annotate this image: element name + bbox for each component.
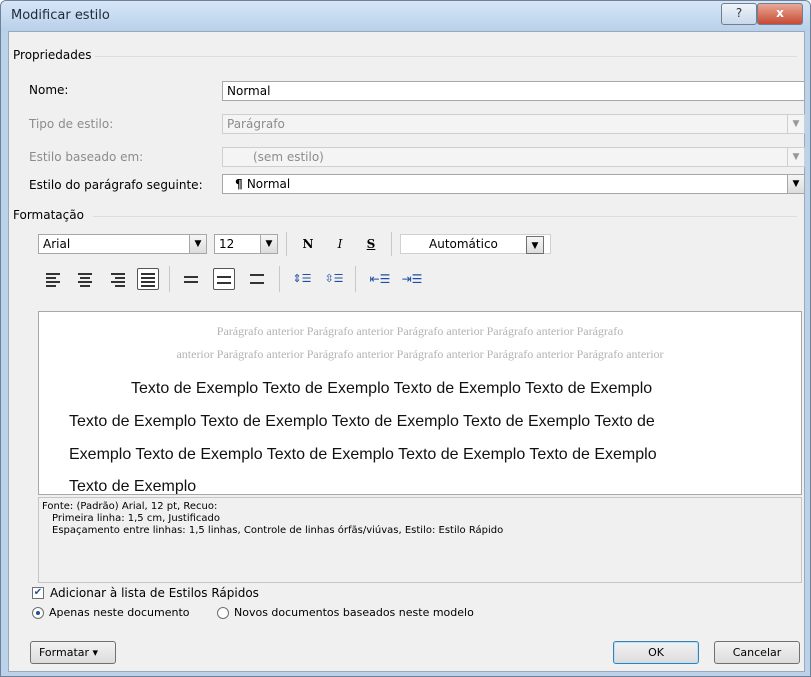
help-button[interactable]: ? <box>721 3 757 25</box>
description-line: Fonte: (Padrão) Arial, 12 pt, Recuo: <box>42 501 218 512</box>
next-style-label: Estilo do parágrafo seguinte: <box>29 178 203 192</box>
chevron-down-icon: ▼ <box>189 235 206 253</box>
toolbar-divider <box>286 232 287 256</box>
style-type-select[interactable]: Parágrafo ▼ <box>222 114 805 134</box>
title-bar[interactable]: Modificar estilo ? x <box>1 1 810 31</box>
ok-button[interactable]: OK <box>613 641 699 664</box>
formatting-group-label: Formatação <box>13 208 84 222</box>
chevron-down-icon: ▼ <box>260 235 277 253</box>
properties-group-label: Propriedades <box>13 48 92 62</box>
name-label: Nome: <box>29 83 69 97</box>
new-documents-label: Novos documentos baseados neste modelo <box>234 606 474 619</box>
next-style-select[interactable]: ¶ Normal ▼ <box>222 174 805 194</box>
toolbar-divider <box>169 266 170 292</box>
font-color-select[interactable]: Automático ▼ <box>400 234 551 254</box>
line-spacing-one-half-icon[interactable] <box>213 268 235 290</box>
align-justify-icon[interactable] <box>137 268 159 290</box>
increase-indent-icon[interactable]: ⇥☰ <box>401 268 423 290</box>
style-type-value: Parágrafo <box>227 117 285 131</box>
add-to-quick-styles-checkbox[interactable]: ✔ <box>32 587 44 599</box>
increase-paragraph-spacing-icon[interactable]: ⇕☰ <box>291 268 313 290</box>
underline-button[interactable]: S <box>361 234 381 254</box>
font-color-value: Automático <box>429 237 498 251</box>
window-title: Modificar estilo <box>11 8 110 23</box>
line-spacing-double-icon[interactable] <box>247 268 269 290</box>
toolbar-divider <box>279 266 280 292</box>
based-on-label: Estilo baseado em: <box>29 150 144 164</box>
description-line: Espaçamento entre linhas: 1,5 linhas, Co… <box>52 525 504 536</box>
preview-previous-line: Parágrafo anterior Parágrafo anterior Pa… <box>216 324 624 338</box>
toolbar-divider <box>391 232 392 256</box>
based-on-value: (sem estilo) <box>253 150 324 164</box>
style-description: Fonte: (Padrão) Arial, 12 pt, Recuo: Pri… <box>38 497 802 583</box>
font-select[interactable]: Arial ▼ <box>38 234 207 254</box>
chevron-down-icon: ▼ <box>787 148 804 166</box>
new-documents-radio[interactable] <box>217 607 229 619</box>
close-button[interactable]: x <box>757 3 803 25</box>
style-preview: Parágrafo anterior Parágrafo anterior Pa… <box>38 311 802 495</box>
toolbar-divider <box>355 266 356 292</box>
name-input[interactable]: Normal <box>222 81 805 101</box>
preview-sample-line: Texto de Exemplo <box>69 478 197 495</box>
description-line: Primeira linha: 1,5 cm, Justificado <box>52 513 221 524</box>
dialog-body: Propriedades Nome: Normal Tipo de estilo… <box>8 31 805 672</box>
preview-sample-line: Exemplo Texto de Exemplo Texto de Exempl… <box>69 446 657 463</box>
modify-style-dialog: Modificar estilo ? x Propriedades Nome: … <box>0 0 811 677</box>
properties-separator <box>95 56 797 57</box>
preview-sample-line: Texto de Exemplo Texto de Exemplo Texto … <box>131 380 653 397</box>
chevron-down-icon: ▼ <box>787 115 804 133</box>
decrease-indent-icon[interactable]: ⇤☰ <box>369 268 391 290</box>
preview-sample-line: Texto de Exemplo Texto de Exemplo Texto … <box>69 413 655 430</box>
next-style-value: Normal <box>246 177 291 191</box>
font-size-value: 12 <box>219 237 235 251</box>
font-value: Arial <box>43 237 71 251</box>
line-spacing-single-icon[interactable] <box>181 268 203 290</box>
format-menu-button[interactable]: Formatar ▾ <box>30 641 116 664</box>
bold-button[interactable]: N <box>298 234 318 254</box>
cancel-button[interactable]: Cancelar <box>714 641 800 664</box>
decrease-paragraph-spacing-icon[interactable]: ⇳☰ <box>323 268 345 290</box>
font-size-select[interactable]: 12 ▼ <box>214 234 278 254</box>
only-this-document-radio[interactable] <box>32 607 44 619</box>
only-this-document-label: Apenas neste documento <box>49 606 190 619</box>
align-left-icon[interactable] <box>43 268 65 290</box>
preview-previous-line: anterior Parágrafo anterior Parágrafo an… <box>176 347 664 361</box>
formatting-separator <box>93 216 797 217</box>
chevron-down-icon: ▼ <box>787 175 804 193</box>
style-type-label: Tipo de estilo: <box>29 117 114 131</box>
chevron-down-icon: ▼ <box>526 236 544 254</box>
based-on-select[interactable]: (sem estilo) ▼ <box>222 147 805 167</box>
add-to-quick-styles-label: Adicionar à lista de Estilos Rápidos <box>50 586 259 600</box>
align-center-icon[interactable] <box>75 268 97 290</box>
align-right-icon[interactable] <box>107 268 129 290</box>
pilcrow-icon: ¶ <box>235 177 247 191</box>
italic-button[interactable]: I <box>330 234 350 254</box>
